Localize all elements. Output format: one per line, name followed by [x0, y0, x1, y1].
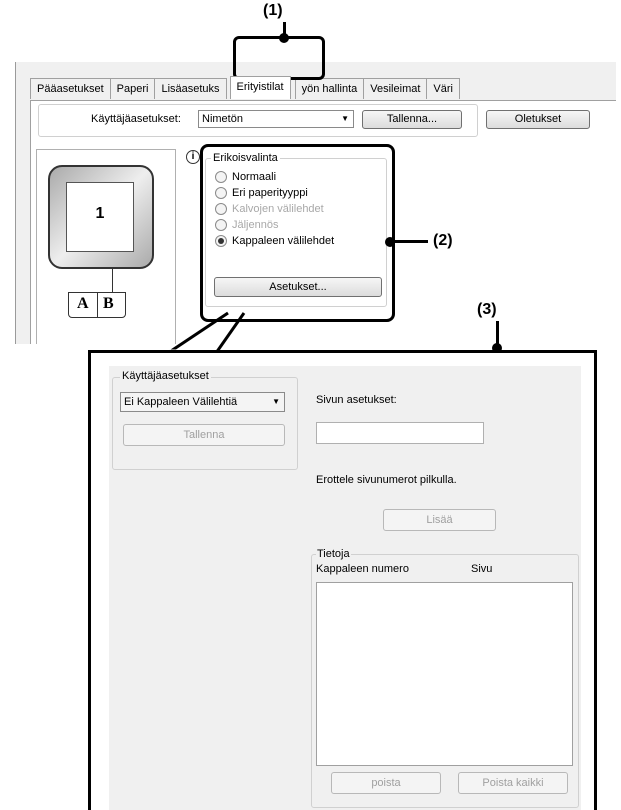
chapter-settings-dropdown[interactable]: Ei Kappaleen Välilehtiä ▼ — [120, 392, 285, 412]
tab-special-modes[interactable]: Erityistilat — [229, 76, 291, 99]
chapter-user-settings-title: Käyttäjäasetukset — [120, 370, 211, 382]
chevron-down-icon: ▼ — [272, 397, 280, 406]
separator-hint: Erottele sivunumerot pilkulla. — [316, 474, 457, 486]
chapter-tabs-panel: Käyttäjäasetukset Ei Kappaleen Välilehti… — [109, 366, 581, 810]
page-settings-label: Sivun asetukset: — [316, 394, 397, 406]
col-chapter-number: Kappaleen numero — [316, 563, 409, 575]
delete-all-button[interactable]: Poista kaikki — [458, 772, 568, 794]
chapter-list[interactable] — [316, 582, 573, 766]
page-settings-input[interactable] — [316, 422, 484, 444]
delete-button[interactable]: poista — [331, 772, 441, 794]
chapter-tabs-dialog: Käyttäjäasetukset Ei Kappaleen Välilehti… — [88, 350, 597, 810]
chapter-settings-value: Ei Kappaleen Välilehtiä — [124, 396, 238, 408]
info-title: Tietoja — [316, 548, 351, 560]
col-page: Sivu — [471, 563, 493, 575]
chapter-save-button[interactable]: Tallenna — [123, 424, 285, 446]
add-button[interactable]: Lisää — [383, 509, 496, 531]
